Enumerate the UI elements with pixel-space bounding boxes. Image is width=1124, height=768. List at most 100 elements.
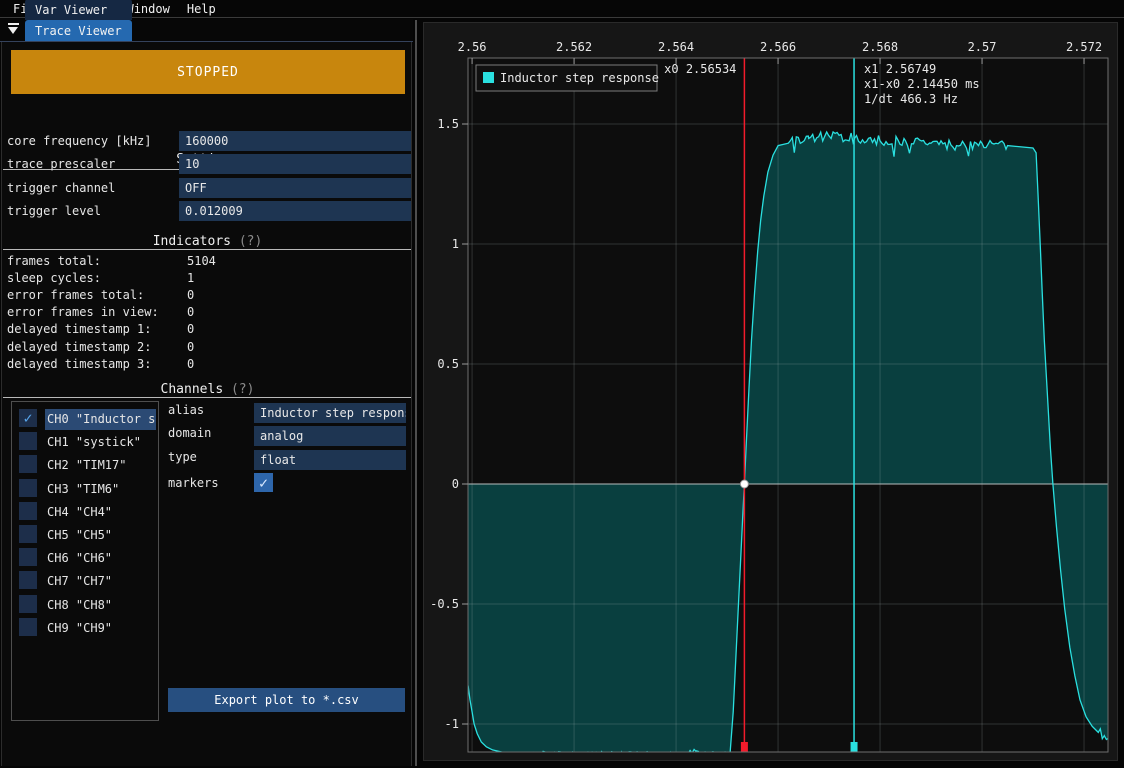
setting-label-2: trace prescaler (7, 154, 115, 174)
prop-label-alias: alias (168, 403, 204, 417)
channel-row-8[interactable]: CH8 "CH8" (12, 594, 158, 617)
channel-checkbox-5[interactable] (19, 525, 37, 543)
channel-label-9[interactable]: CH9 "CH9" (45, 618, 114, 639)
trace-plot[interactable]: x0 2.56534 x1 2.56749x1-x0 2.14450 ms1/dt… (424, 23, 1119, 762)
indicator-label-5: delayed timestamp 1: (7, 322, 152, 336)
x-tick-label-0: 2.56 (458, 40, 487, 54)
setting-label-1: core frequency [kHz] (7, 131, 152, 151)
channel-checkbox-1[interactable] (19, 432, 37, 450)
channel-checkbox-7[interactable] (19, 571, 37, 589)
channel-checkbox-9[interactable] (19, 618, 37, 636)
x-tick-label-5: 2.57 (968, 40, 997, 54)
menu-item-help[interactable]: Help (187, 2, 216, 16)
app-window: FileOptionsWindowHelp Var ViewerTrace Vi… (0, 0, 1124, 768)
setting-label-4: trigger level (7, 201, 101, 221)
y-tick-label-0: 1.5 (437, 117, 459, 131)
indicator-value-2: 1 (187, 271, 194, 285)
indicator-label-2: sleep cycles: (7, 271, 101, 285)
indicator-label-7: delayed timestamp 3: (7, 357, 152, 371)
y-tick-label-3: 0 (452, 477, 459, 491)
x-tick-label-4: 2.568 (862, 40, 898, 54)
marker-label-x1-0: x1 2.56749 (864, 62, 936, 76)
channels-help-icon[interactable]: (?) (231, 382, 254, 397)
channel-label-1[interactable]: CH1 "systick" (45, 432, 143, 453)
plot-legend: Inductor step response (476, 65, 659, 91)
channel-label-8[interactable]: CH8 "CH8" (45, 595, 114, 616)
marker-label-x1-2: 1/dt 466.3 Hz (864, 92, 958, 106)
prop-label-domain: domain (168, 426, 211, 440)
channel-checkbox-6[interactable] (19, 548, 37, 566)
collapse-panel-icon-bar (8, 23, 19, 25)
indicator-label-3: error frames total: (7, 288, 144, 302)
channel-row-3[interactable]: CH3 "TIM6" (12, 478, 158, 501)
legend-swatch (483, 72, 494, 83)
panel-splitter[interactable] (415, 20, 417, 766)
x-tick-label-6: 2.572 (1066, 40, 1102, 54)
channels-divider (3, 397, 411, 398)
channel-row-5[interactable]: CH5 "CH5" (12, 524, 158, 547)
channel-label-2[interactable]: CH2 "TIM17" (45, 455, 128, 476)
channel-label-0[interactable]: CH0 "Inductor st (45, 409, 156, 430)
channel-row-0[interactable]: ✓ CH0 "Inductor st (12, 408, 158, 431)
indicator-label-4: error frames in view: (7, 305, 159, 319)
y-tick-label-5: -1 (445, 717, 459, 731)
setting-input-2[interactable]: 10 (179, 154, 411, 174)
y-tick-label-1: 1 (452, 237, 459, 251)
tab-bar: Var ViewerTrace Viewer (0, 19, 413, 42)
channel-row-6[interactable]: CH6 "CH6" (12, 547, 158, 570)
indicators-help-icon[interactable]: (?) (239, 234, 262, 249)
y-tick-label-2: 0.5 (437, 357, 459, 371)
plot-panel[interactable]: x0 2.56534 x1 2.56749x1-x0 2.14450 ms1/dt… (423, 22, 1118, 761)
setting-input-3[interactable]: OFF (179, 178, 411, 198)
acquisition-status-button[interactable]: STOPPED (11, 50, 405, 94)
channels-title-text: Channels (161, 382, 224, 397)
indicator-value-3: 0 (187, 288, 194, 302)
channel-label-7[interactable]: CH7 "CH7" (45, 571, 114, 592)
prop-label-type: type (168, 450, 197, 464)
setting-input-1[interactable]: 160000 (179, 131, 411, 151)
channel-label-5[interactable]: CH5 "CH5" (45, 525, 114, 546)
marker-label-x1-1: x1-x0 2.14450 ms (864, 77, 980, 91)
indicator-label-1: frames total: (7, 254, 101, 268)
collapse-panel-icon[interactable] (4, 19, 24, 39)
indicator-label-6: delayed timestamp 2: (7, 340, 152, 354)
menu-bar: FileOptionsWindowHelp (0, 0, 1124, 18)
channel-checkbox-8[interactable] (19, 595, 37, 613)
channels-section-title: Channels (?) (2, 382, 413, 397)
indicator-value-7: 0 (187, 357, 194, 371)
control-panel: STOPPED Settings core frequency [kHz]160… (1, 42, 412, 766)
channel-label-6[interactable]: CH6 "CH6" (45, 548, 114, 569)
channel-row-1[interactable]: CH1 "systick" (12, 431, 158, 454)
indicators-divider (3, 249, 411, 250)
prop-input-alias[interactable]: Inductor step respons (254, 403, 406, 423)
channel-checkbox-2[interactable] (19, 455, 37, 473)
channel-row-2[interactable]: CH2 "TIM17" (12, 454, 158, 477)
export-csv-button[interactable]: Export plot to *.csv (168, 688, 405, 712)
prop-input-type[interactable]: float (254, 450, 406, 470)
marker-label-x0-0: x0 2.56534 (664, 62, 736, 76)
tab-trace-viewer[interactable]: Trace Viewer (25, 20, 132, 41)
prop-input-domain[interactable]: analog (254, 426, 406, 446)
tab-var-viewer[interactable]: Var Viewer (25, 0, 132, 20)
marker-handle-x0[interactable] (741, 742, 748, 752)
markers-checkbox[interactable]: ✓ (254, 473, 273, 492)
y-tick-label-4: -0.5 (430, 597, 459, 611)
channel-row-9[interactable]: CH9 "CH9" (12, 617, 158, 640)
channel-row-7[interactable]: CH7 "CH7" (12, 570, 158, 593)
channel-checkbox-0[interactable]: ✓ (19, 409, 37, 427)
setting-input-4[interactable]: 0.012009 (179, 201, 411, 221)
indicator-value-1: 5104 (187, 254, 216, 268)
channel-label-3[interactable]: CH3 "TIM6" (45, 479, 121, 500)
collapse-panel-icon-triangle (8, 27, 18, 34)
indicators-title-text: Indicators (153, 234, 231, 249)
marker-handle-x1[interactable] (851, 742, 858, 752)
legend-label: Inductor step response (500, 71, 659, 85)
marker-zero-cross-dot (740, 480, 748, 488)
channel-checkbox-4[interactable] (19, 502, 37, 520)
x-tick-label-1: 2.562 (556, 40, 592, 54)
indicator-value-4: 0 (187, 305, 194, 319)
channel-label-4[interactable]: CH4 "CH4" (45, 502, 114, 523)
channel-row-4[interactable]: CH4 "CH4" (12, 501, 158, 524)
channel-checkbox-3[interactable] (19, 479, 37, 497)
x-tick-label-3: 2.566 (760, 40, 796, 54)
